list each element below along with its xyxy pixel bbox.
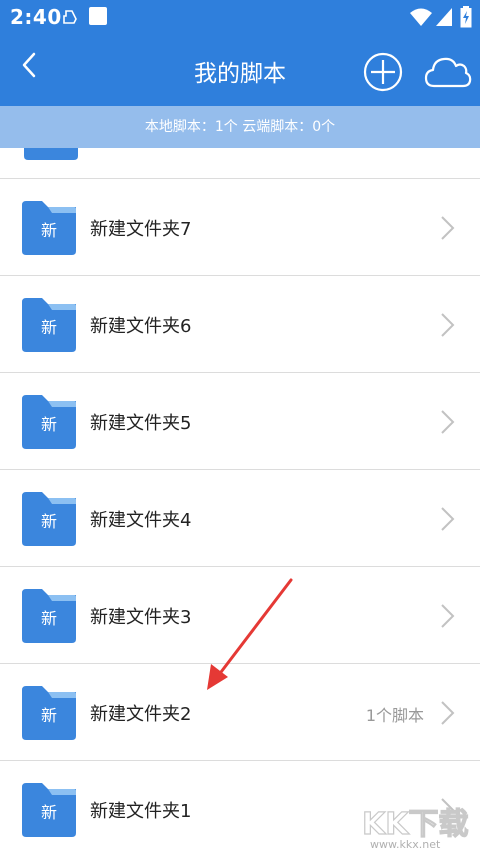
cloud-button[interactable] bbox=[424, 54, 472, 90]
folder-name: 新建文件夹1 bbox=[90, 801, 192, 822]
folder-name: 新建文件夹2 bbox=[90, 704, 192, 725]
app-notification-icon bbox=[89, 7, 107, 25]
plus-circle-icon bbox=[363, 52, 403, 92]
folder-icon: 新 bbox=[22, 201, 78, 255]
chevron-right-icon bbox=[441, 701, 455, 725]
folder-name: 新建文件夹7 bbox=[90, 219, 192, 240]
folder-icon: 新 bbox=[22, 298, 78, 352]
folder-icon: 新 bbox=[22, 492, 78, 546]
page-title: 我的脚本 bbox=[194, 61, 286, 87]
status-time: 2:40 bbox=[10, 5, 62, 29]
folder-icon bbox=[24, 148, 78, 160]
folder-icon: 新 bbox=[22, 589, 78, 643]
folder-row[interactable]: 新 新建文件夹6 bbox=[0, 276, 480, 373]
chevron-right-icon bbox=[441, 507, 455, 531]
folder-icon: 新 bbox=[22, 783, 78, 837]
folder-list: 新 新建文件夹7 新 新建文件夹6 新 新建文件夹5 新 新建文件夹4 新 新建… bbox=[0, 148, 480, 855]
folder-icon: 新 bbox=[22, 686, 78, 740]
chevron-right-icon bbox=[441, 216, 455, 240]
cloud-outline-icon bbox=[63, 10, 77, 24]
folder-name: 新建文件夹3 bbox=[90, 607, 192, 628]
partial-list-item[interactable] bbox=[0, 148, 480, 179]
wifi-icon bbox=[410, 8, 432, 26]
folder-name: 新建文件夹5 bbox=[90, 413, 192, 434]
folder-row[interactable]: 新 新建文件夹5 bbox=[0, 373, 480, 470]
battery-charging-icon bbox=[460, 6, 472, 28]
folder-row[interactable]: 新 新建文件夹2 1个脚本 bbox=[0, 664, 480, 761]
folder-icon: 新 bbox=[22, 395, 78, 449]
chevron-right-icon bbox=[441, 604, 455, 628]
app-bar: 我的脚本 bbox=[0, 34, 480, 106]
add-button[interactable] bbox=[363, 52, 403, 92]
chevron-right-icon bbox=[441, 313, 455, 337]
folder-name: 新建文件夹4 bbox=[90, 510, 192, 531]
folder-name: 新建文件夹6 bbox=[90, 316, 192, 337]
script-summary: 本地脚本：1个 云端脚本：0个 bbox=[0, 106, 480, 148]
watermark-url: www.kkx.net bbox=[370, 838, 441, 851]
folder-row[interactable]: 新 新建文件夹7 bbox=[0, 179, 480, 276]
cloud-icon bbox=[424, 57, 472, 88]
folder-row[interactable]: 新 新建文件夹4 bbox=[0, 470, 480, 567]
watermark-logo-text: KK下载 bbox=[362, 807, 469, 842]
status-bar: 2:40 bbox=[0, 0, 480, 34]
folder-row[interactable]: 新 新建文件夹3 bbox=[0, 567, 480, 664]
signal-icon bbox=[436, 8, 452, 26]
screen: 2:40 我的脚本 本地脚本：1个 云端脚本：0个 新 新建文件夹7 新 新建文… bbox=[0, 0, 480, 855]
chevron-right-icon bbox=[441, 410, 455, 434]
folder-count: 1个脚本 bbox=[365, 706, 424, 725]
